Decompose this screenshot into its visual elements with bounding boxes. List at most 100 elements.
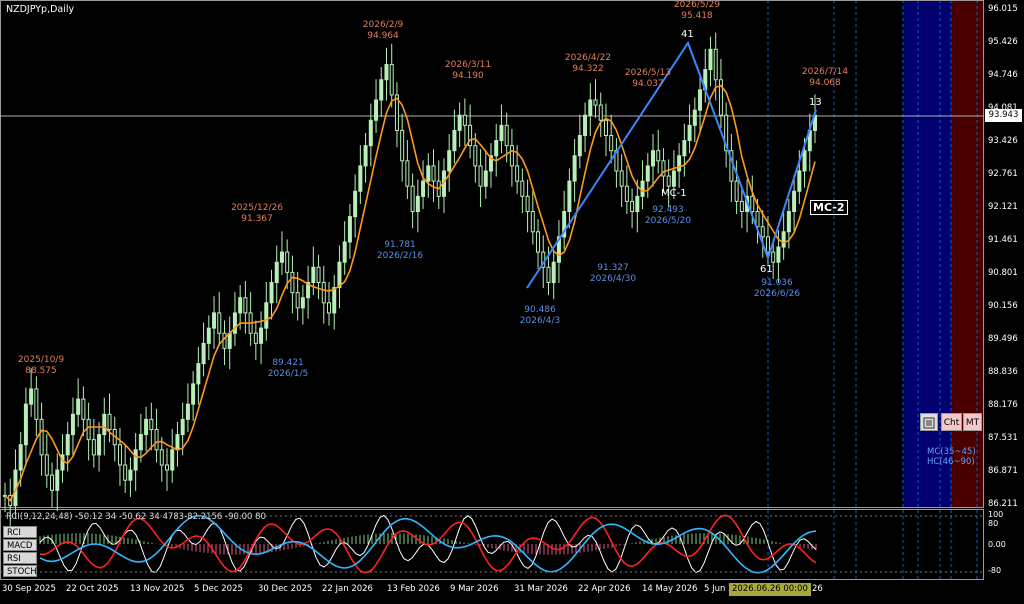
candle-body [23,403,28,446]
candle-body [734,180,739,202]
candle-body [645,165,650,182]
candle-body [368,119,373,147]
candle-body [227,332,232,349]
candle-body [536,231,541,253]
mc2-label: MC-2 [810,200,848,215]
chart-window[interactable]: NZDJPYp,Daily RCI(9,12,24,48) -50.12 34 … [0,0,1024,600]
wave-top-label: 41 [681,29,694,40]
candle-body [415,195,420,213]
candle-body [206,327,211,344]
candle-body [243,297,248,314]
high-date-label: 2026/2/9 [362,20,404,30]
candle-body [180,418,185,436]
mc1-label: MC-1 [661,188,687,199]
candle-body [750,195,755,213]
candle-body [175,434,180,451]
high-date-label: 2025/10/9 [17,355,65,365]
rci-button[interactable]: RCI [3,526,37,538]
price-chart-canvas[interactable] [0,0,1024,600]
candle-body [311,266,316,284]
price-axis-label: 90.801 [988,268,1018,278]
candle-body [692,109,697,126]
candle-body [598,104,603,121]
high-date-label: 2025/12/26 [231,203,283,213]
candle-body [473,145,478,167]
mt-button[interactable]: MT [963,413,982,431]
candle-body [55,469,60,491]
candle-body [29,388,34,405]
candle-body [457,114,462,131]
candle-body [165,464,169,471]
candle-body [86,418,91,441]
candle-body [97,434,102,456]
symbol-label: NZDJPYp,Daily [6,4,75,15]
candle-body [708,48,713,71]
candle-body [259,327,264,344]
candle-body [185,403,190,420]
candle-body [698,89,703,111]
stoch-button[interactable]: STOCH [3,565,37,577]
cht-button[interactable]: Cht [941,413,962,431]
candle-body [34,388,39,420]
candle-body [609,134,614,152]
candle-body [421,180,426,197]
candle-body [577,134,582,157]
candle-body [191,383,196,405]
candle-body [18,444,23,471]
candle-body [619,170,624,187]
rsi-button[interactable]: RSI [3,552,37,564]
candle-body [222,332,227,349]
macd-button[interactable]: MACD [3,539,37,551]
candle-body [196,363,201,385]
low-price-label: 91.781 [384,240,416,250]
candle-body [671,170,676,187]
oscillator-line [39,514,817,574]
candle-body [363,145,368,167]
candle-body [379,79,384,101]
candle-body [593,99,598,106]
current-price-tag: 93.943 [985,109,1022,122]
candle-body [70,413,75,436]
candle-body [274,261,279,284]
candle-body [603,119,608,136]
candle-body [253,332,258,344]
low-date-label: 2026/4/3 [519,316,561,326]
candle-body [76,398,81,415]
price-axis-label: 91.461 [988,235,1018,245]
candle-body [802,150,807,172]
price-axis-label: 86.211 [988,499,1018,509]
price-axis-label: 93.426 [988,136,1018,146]
candle-body [656,150,661,162]
price-axis-label: 92.761 [988,169,1018,179]
candle-body [452,129,457,152]
candle-body [666,175,671,187]
date-axis-label: 26 [812,584,823,594]
candle-body [170,449,175,471]
price-axis-label: 94.746 [988,70,1018,80]
candle-body [760,226,765,238]
candle-body [117,444,122,466]
candle-body [567,180,572,213]
candle-body [321,282,326,304]
candle-body [81,398,86,420]
candles [3,32,817,527]
date-axis-label: 13 Feb 2026 [387,584,440,594]
candle-body [279,251,284,263]
high-price-label: 95.418 [681,11,713,21]
candle-body [483,170,488,187]
candle-body [509,145,514,167]
candle-body [515,165,520,182]
candle-body [342,241,347,263]
candle-body [520,180,525,197]
list-icon[interactable] [920,413,938,431]
low-price-label: 91.327 [597,263,629,273]
candle-body [238,297,243,314]
date-axis-label: 14 May 2026 [642,584,698,594]
date-axis-label: 5 Dec 2025 [194,584,243,594]
high-price-label: 88.575 [25,366,57,376]
candle-body [149,418,154,431]
candle-body [588,99,593,116]
high-price-label: 94.964 [367,31,399,41]
candle-body [583,114,588,136]
candle-body [530,211,535,233]
